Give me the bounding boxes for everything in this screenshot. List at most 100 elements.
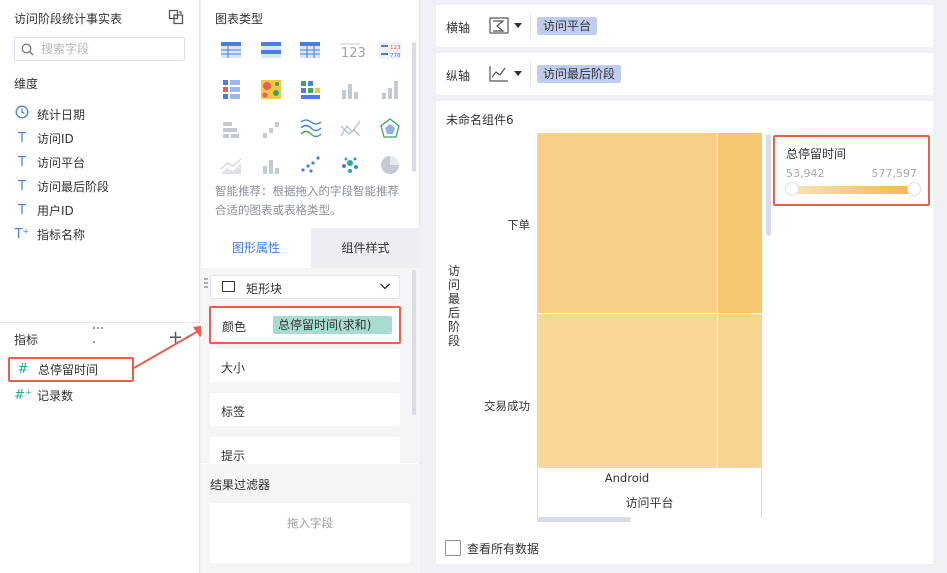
radar-icon[interactable] [380,118,400,138]
y-axis-field-chip[interactable]: 访问最后阶段 [537,65,622,83]
color-label: 颜色 [222,320,247,334]
text-type-icon: T [18,130,26,146]
pie-icon[interactable] [381,156,399,174]
legend-title: 总停留时间 [786,147,847,161]
heatmap-cell[interactable] [718,314,762,467]
label-property[interactable]: 标签 [210,393,400,426]
field-item-metric-name[interactable]: T⁺ 指标名称 [14,223,194,245]
svg-text:778: 778 [390,53,401,59]
smart-recommend-text: 智能推荐：根据拖入的字段智能推荐合适的图表或表格类型。 [215,184,399,217]
area-gray-icon[interactable] [220,158,242,174]
tooltip-label: 提示 [221,449,246,463]
heatmap-cell[interactable] [718,133,762,313]
y-tick-label: 交易成功 [484,399,530,413]
component-title: 未命名组件6 [446,113,514,127]
chevron-down-icon [380,283,390,290]
stack-bar-icon[interactable] [223,122,239,138]
bar-gray-icon[interactable] [342,84,358,99]
field-item-user-id[interactable]: T 用户ID [14,199,194,221]
heat-map-icon[interactable] [261,80,281,99]
panel-resize-handle[interactable] [92,318,106,343]
filter-drop-zone[interactable]: 拖入字段 [210,503,410,563]
result-filter-heading: 结果过滤器 [210,478,271,492]
tab-graph-properties[interactable]: 图形属性 [201,228,311,268]
kpi-card-icon[interactable]: 123778 [379,42,401,59]
tooltip-property[interactable]: 提示 [210,437,400,463]
legend-max-handle[interactable] [907,182,921,196]
tab-component-style[interactable]: 组件样式 [311,228,420,268]
hash-calc-icon: #⁺ [14,387,32,403]
chart-type-scrollbar[interactable] [412,42,416,172]
column-small-icon[interactable] [263,160,279,174]
kpi-number-icon[interactable]: 123 [340,43,366,61]
legend-min-handle[interactable] [785,182,799,196]
legend-max: 577,597 [871,167,918,180]
x-axis-type-icon[interactable] [488,15,510,37]
property-scrollbar[interactable] [412,270,416,415]
cross-table-icon[interactable] [261,42,281,58]
text-type-icon: T [18,178,26,194]
switch-icon[interactable] [168,9,184,25]
field-item-record-count[interactable]: #⁺ 记录数 [14,384,194,406]
drag-grip-icon[interactable] [204,277,208,289]
table-chart-icon[interactable] [221,42,241,58]
field-search[interactable] [14,37,185,61]
property-tabs: 图形属性 组件样式 [201,228,420,268]
field-item-visit-platform[interactable]: T 访问平台 [14,151,194,173]
legend-list-icon[interactable] [223,80,240,99]
size-label: 大小 [221,361,246,375]
axis-separator [530,61,531,87]
bubble-icon[interactable] [342,157,358,174]
field-label: 用户ID [37,203,74,218]
line-gray-icon[interactable] [340,120,361,137]
heatmap-cell[interactable] [538,133,717,313]
field-item-last-stage[interactable]: T 访问最后阶段 [14,175,194,197]
caret-down-icon[interactable] [514,71,522,77]
color-property[interactable]: 颜色 总停留时间(求和) [209,306,401,344]
color-field-chip[interactable]: 总停留时间(求和) [273,316,392,334]
x-axis-row: 横轴 访问平台 [436,5,933,47]
matrix-chart-icon[interactable] [301,81,320,99]
column-gray-icon[interactable] [382,81,398,99]
hash-icon: # [17,362,29,377]
text-calc-icon: T⁺ [14,226,30,242]
label-label: 标签 [221,405,246,419]
x-axis-field-chip[interactable]: 访问平台 [537,17,598,35]
vertical-scrollbar[interactable] [766,134,771,236]
multi-line-icon[interactable] [300,119,322,138]
svg-text:123: 123 [390,45,401,51]
shape-select[interactable]: 矩形块 [210,275,400,299]
view-all-label: 查看所有数据 [467,541,540,556]
clock-icon [14,105,30,123]
search-input[interactable] [41,41,179,57]
field-item-stat-date[interactable]: 统计日期 [14,103,194,125]
y-axis-title: 访问最后阶段 [448,264,461,348]
step-column-icon[interactable] [263,122,279,138]
annotation-arrow [133,325,208,369]
y-axis-type-icon[interactable] [488,63,510,85]
axis-separator [530,13,531,39]
detail-table-icon[interactable] [300,42,320,58]
y-tick-label: 下单 [507,218,530,232]
size-property[interactable]: 大小 [210,349,400,382]
field-item-total-stay-time[interactable]: # 总停留时间 [8,357,134,382]
field-label: 访问平台 [37,155,86,170]
view-all-data-toggle[interactable]: 查看所有数据 [445,539,539,557]
view-all-checkbox[interactable] [445,540,461,556]
y-axis-row: 纵轴 访问最后阶段 [436,53,933,95]
x-axis-title: 访问平台 [625,496,674,510]
scatter-icon[interactable] [301,156,320,173]
caret-down-icon[interactable] [514,23,522,29]
field-label: 访问ID [37,131,74,146]
shape-select-value: 矩形块 [246,282,283,296]
text-type-icon: T [18,154,26,170]
chart-type-grid: 123 123778 [220,42,401,174]
chart-type-heading: 图表类型 [215,12,264,26]
field-item-visit-id[interactable]: T 访问ID [14,127,194,149]
dimensions-heading: 维度 [14,77,39,91]
horizontal-scrollbar[interactable] [537,517,631,522]
field-label: 访问最后阶段 [37,179,110,194]
heatmap-cell[interactable] [538,314,717,467]
field-panel: 访问阶段统计事实表 维度 统计日期 T 访问ID T 访问平台 T 访问最后阶段… [0,0,200,573]
legend-min: 53,942 [786,167,825,180]
